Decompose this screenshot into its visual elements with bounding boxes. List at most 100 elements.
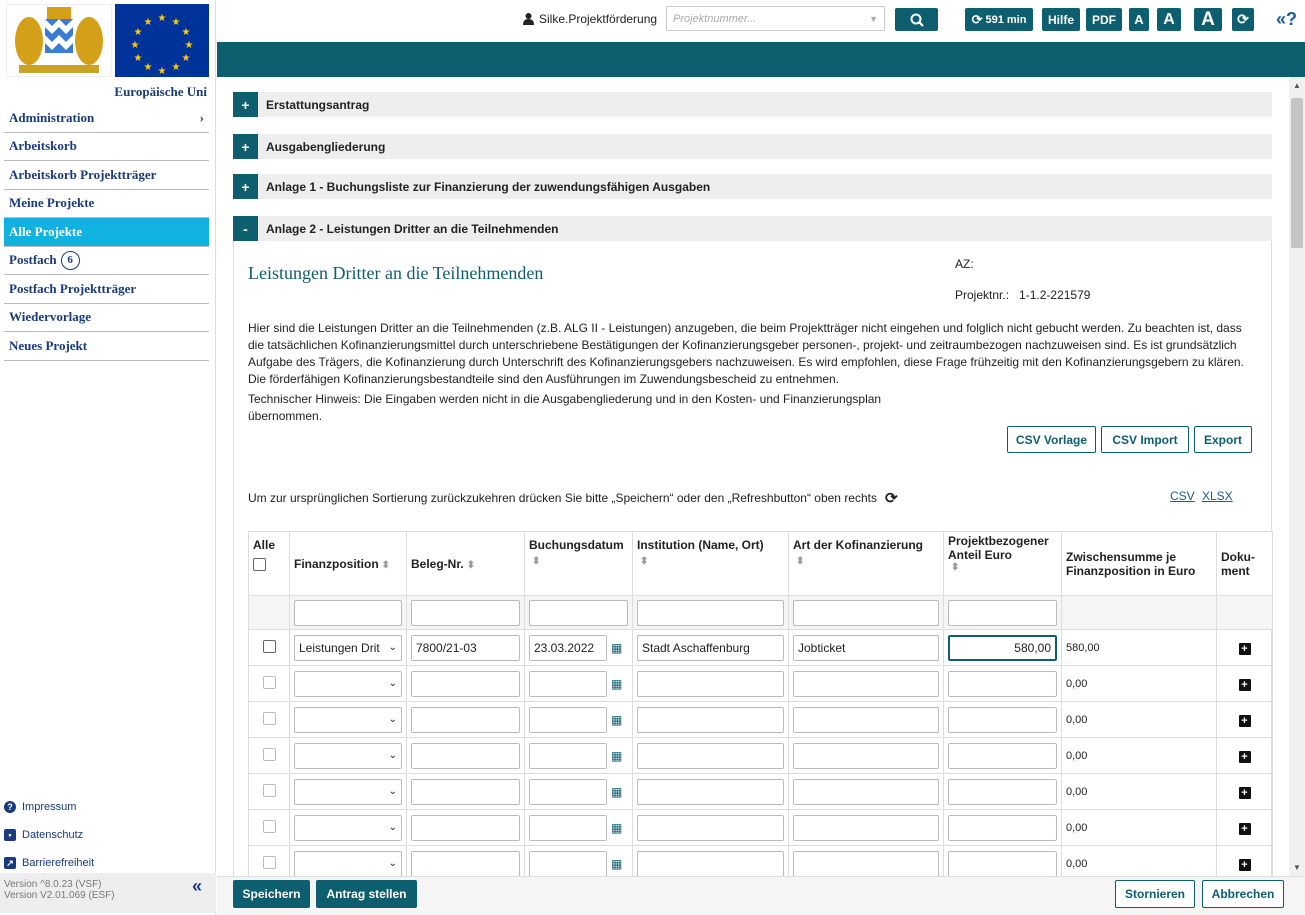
datenschutz-link[interactable]: ▪ Datenschutz <box>4 821 209 849</box>
datum-input[interactable] <box>529 706 607 733</box>
csv-template-button[interactable]: CSV Vorlage <box>1007 426 1096 453</box>
sidebar-item-postfach[interactable]: Postfach 6 <box>4 247 209 275</box>
search-button[interactable] <box>895 8 938 31</box>
beleg-input[interactable] <box>411 742 520 769</box>
pdf-button[interactable]: PDF <box>1086 8 1122 31</box>
sidebar-item-alle-projekte[interactable]: Alle Projekte <box>4 218 209 247</box>
finanzposition-select[interactable]: ⌄ <box>294 670 402 697</box>
add-document-icon[interactable]: + <box>1238 750 1251 763</box>
impressum-link[interactable]: ? Impressum <box>4 793 209 821</box>
datum-input[interactable] <box>529 670 607 697</box>
font-size-large-button[interactable]: A <box>1194 8 1222 31</box>
art-input[interactable] <box>793 742 939 769</box>
row-checkbox[interactable] <box>262 855 276 869</box>
help-toggle-icon[interactable]: «? <box>1276 9 1297 30</box>
session-timer-button[interactable]: ⟳ 591 min <box>965 8 1033 31</box>
download-csv-link[interactable]: CSV <box>1170 489 1195 503</box>
beleg-input[interactable] <box>411 814 520 841</box>
beleg-input[interactable] <box>411 670 520 697</box>
add-document-icon[interactable]: + <box>1238 678 1251 691</box>
art-input[interactable] <box>793 706 939 733</box>
anteil-input[interactable] <box>948 706 1057 733</box>
row-checkbox[interactable] <box>262 783 276 797</box>
calendar-icon[interactable]: ▦ <box>611 785 622 799</box>
filter-datum-input[interactable] <box>529 599 628 626</box>
scroll-down-icon[interactable]: ▼ <box>1293 863 1301 872</box>
add-document-icon[interactable]: + <box>1238 858 1251 871</box>
calendar-icon[interactable]: ▦ <box>611 821 622 835</box>
row-checkbox[interactable] <box>262 639 276 653</box>
filter-art-input[interactable] <box>793 599 939 626</box>
datum-input[interactable] <box>529 850 607 877</box>
scrollbar-thumb[interactable] <box>1291 98 1303 248</box>
sidebar-item-wiedervorlage[interactable]: Wiedervorlage <box>4 304 209 332</box>
datum-input[interactable] <box>529 814 607 841</box>
datum-input[interactable] <box>529 742 607 769</box>
institution-input[interactable] <box>637 706 784 733</box>
download-xlsx-link[interactable]: XLSX <box>1202 489 1233 503</box>
calendar-icon[interactable]: ▦ <box>611 677 622 691</box>
institution-input[interactable] <box>637 670 784 697</box>
row-checkbox[interactable] <box>262 819 276 833</box>
add-document-icon[interactable]: + <box>1238 822 1251 835</box>
finanzposition-select[interactable]: ⌄ <box>294 778 402 805</box>
finanzposition-select[interactable]: Leistungen Drit ⌄ <box>294 634 402 661</box>
sidebar-item-postfach-projekttraeger[interactable]: Postfach Projektträger <box>4 275 209 304</box>
filter-anteil-input[interactable] <box>948 599 1057 626</box>
beleg-input[interactable]: 7800/21-03 <box>411 634 520 661</box>
project-number-input[interactable]: Projektnummer... ▼ <box>666 6 885 31</box>
scroll-up-icon[interactable]: ▲ <box>1293 81 1301 90</box>
finanzposition-select[interactable]: ⌄ <box>294 814 402 841</box>
filter-finanzposition-input[interactable] <box>294 599 402 626</box>
font-size-small-button[interactable]: A <box>1129 8 1149 31</box>
help-button[interactable]: Hilfe <box>1042 8 1080 31</box>
accordion-anlage-1[interactable]: + Anlage 1 - Buchungsliste zur Finanzier… <box>233 174 1272 199</box>
refresh-sort-icon[interactable]: ⟳ <box>885 489 898 507</box>
col-art[interactable]: Art der Kofinanzierung ⬍ <box>788 531 944 596</box>
sidebar-item-arbeitskorb-projekttraeger[interactable]: Arbeitskorb Projektträger <box>4 161 209 190</box>
row-checkbox[interactable] <box>262 711 276 725</box>
institution-input[interactable] <box>637 742 784 769</box>
calendar-icon[interactable]: ▦ <box>611 749 622 763</box>
art-input[interactable] <box>793 814 939 841</box>
sidebar-item-meine-projekte[interactable]: Meine Projekte <box>4 190 209 218</box>
cancel-button[interactable]: Stornieren <box>1115 880 1195 908</box>
page-scrollbar[interactable]: ▲ ▼ <box>1289 77 1305 876</box>
institution-input[interactable]: Stadt Aschaffenburg <box>637 634 784 661</box>
calendar-icon[interactable]: ▦ <box>611 857 622 871</box>
col-finanzposition[interactable]: Finanzposition ⬍ <box>289 531 407 596</box>
col-institution[interactable]: Institution (Name, Ort) ⬍ <box>632 531 789 596</box>
filter-beleg-input[interactable] <box>411 599 520 626</box>
calendar-icon[interactable]: ▦ <box>611 641 622 655</box>
beleg-input[interactable] <box>411 850 520 877</box>
art-input[interactable] <box>793 670 939 697</box>
add-document-icon[interactable]: + <box>1238 786 1251 799</box>
institution-input[interactable] <box>637 850 784 877</box>
sidebar-item-arbeitskorb[interactable]: Arbeitskorb <box>4 133 209 161</box>
anteil-input[interactable] <box>948 814 1057 841</box>
filter-institution-input[interactable] <box>637 599 784 626</box>
sidebar-item-administration[interactable]: Administration › <box>4 104 209 133</box>
submit-application-button[interactable]: Antrag stellen <box>316 880 417 908</box>
accordion-anlage-2[interactable]: - Anlage 2 - Leistungen Dritter an die T… <box>233 216 1272 241</box>
accordion-erstattungsantrag[interactable]: + Erstattungsantrag <box>233 92 1272 117</box>
institution-input[interactable] <box>637 814 784 841</box>
art-input[interactable] <box>793 850 939 877</box>
collapse-sidebar-icon[interactable]: « <box>192 877 202 895</box>
anteil-input[interactable]: 580,00 <box>948 634 1057 661</box>
col-buchungsdatum[interactable]: Buchungsdatum ⬍ <box>524 531 633 596</box>
add-document-icon[interactable]: + <box>1238 642 1251 655</box>
beleg-input[interactable] <box>411 706 520 733</box>
export-button[interactable]: Export <box>1194 426 1252 453</box>
finanzposition-select[interactable]: ⌄ <box>294 850 402 877</box>
col-beleg[interactable]: Beleg-Nr. ⬍ <box>406 531 525 596</box>
datum-input[interactable] <box>529 778 607 805</box>
sidebar-item-neues-projekt[interactable]: Neues Projekt <box>4 332 209 361</box>
anteil-input[interactable] <box>948 670 1057 697</box>
refresh-button[interactable]: ⟳ <box>1232 8 1254 31</box>
institution-input[interactable] <box>637 778 784 805</box>
save-button[interactable]: Speichern <box>233 880 310 908</box>
csv-import-button[interactable]: CSV Import <box>1101 426 1189 453</box>
row-checkbox[interactable] <box>262 675 276 689</box>
add-document-icon[interactable]: + <box>1238 714 1251 727</box>
